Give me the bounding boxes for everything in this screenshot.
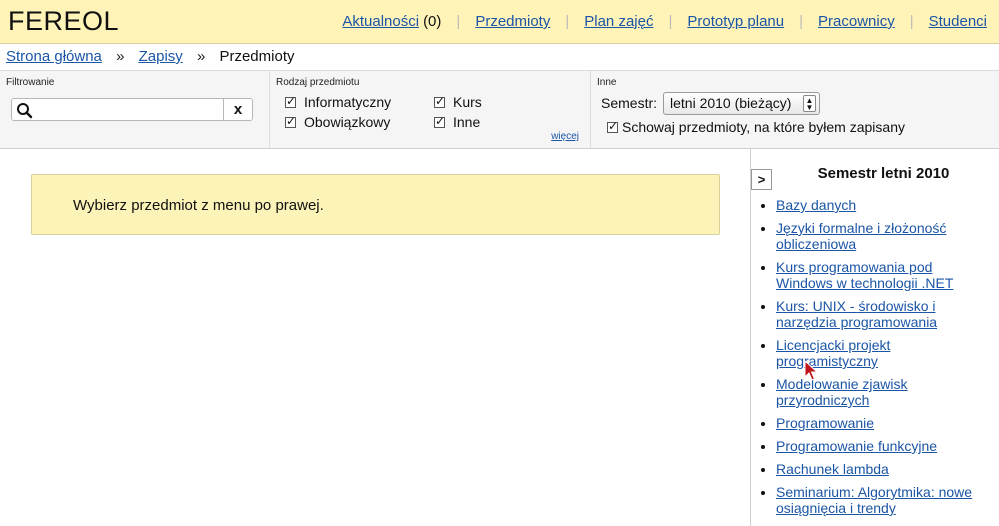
list-item: Programowanie — [776, 415, 986, 431]
checkbox-label: Obowiązkowy — [304, 114, 391, 130]
clear-search-button[interactable]: x — [223, 99, 252, 120]
search-icon — [17, 103, 33, 119]
course-link[interactable]: Licencjacki projekt programistyczny — [776, 337, 890, 369]
course-link[interactable]: Języki formalne i złożoność obliczeniowa — [776, 220, 946, 252]
course-link[interactable]: Programowanie funkcyjne — [776, 438, 937, 454]
search-input[interactable] — [36, 100, 232, 119]
checkbox-box[interactable] — [607, 119, 618, 133]
search-box: x — [11, 98, 253, 121]
course-type-heading: Rodzaj przedmiotu — [276, 77, 360, 88]
course-sidebar: > Semestr letni 2010 Bazy danych Języki … — [750, 149, 999, 526]
semester-select[interactable]: letni 2010 (bieżący) ▲ ▼ — [663, 92, 820, 115]
course-link[interactable]: Kurs: UNIX - środowisko i narzędzia prog… — [776, 298, 937, 330]
breadcrumb-zapisy[interactable]: Zapisy — [139, 48, 183, 65]
breadcrumb-home[interactable]: Strona główna — [6, 48, 102, 65]
list-item: Kurs programowania pod Windows w technol… — [776, 259, 986, 291]
info-notice: Wybierz przedmiot z menu po prawej. — [31, 174, 720, 235]
nav-plan-zajec[interactable]: Plan zajęć — [584, 13, 653, 30]
nav-przedmioty[interactable]: Przedmioty — [475, 13, 550, 30]
app-header: FEREOL Aktualności (0) | Przedmioty | Pl… — [0, 0, 999, 44]
semester-title: Semestr letni 2010 — [817, 165, 950, 182]
checkbox-box[interactable] — [434, 114, 445, 128]
checkbox-kurs[interactable]: Kurs — [434, 94, 482, 110]
nav-separator: | — [668, 13, 673, 30]
breadcrumb-separator: » — [116, 48, 125, 65]
filter-bar: Filtrowanie x Rodzaj przedmiotu Informat… — [0, 71, 999, 149]
list-item: Seminarium: Algorytmika: nowe osiągnięci… — [776, 484, 986, 516]
sidebar-toggle-button[interactable]: > — [751, 169, 772, 190]
course-type-section: Rodzaj przedmiotu Informatyczny Kurs Obo… — [270, 71, 591, 148]
course-link[interactable]: Programowanie — [776, 415, 874, 431]
filter-heading: Filtrowanie — [6, 77, 55, 88]
nav-aktualnosci[interactable]: Aktualności — [342, 13, 419, 30]
list-item: Rachunek lambda — [776, 461, 986, 477]
app-logo[interactable]: FEREOL — [8, 6, 119, 37]
course-link[interactable]: Kurs programowania pod Windows w technol… — [776, 259, 953, 291]
checkbox-informatyczny[interactable]: Informatyczny — [285, 94, 391, 110]
nav-separator: | — [565, 13, 570, 30]
nav-studenci[interactable]: Studenci — [929, 13, 987, 30]
semester-value: letni 2010 (bieżący) — [670, 95, 792, 111]
select-arrows-icon: ▲ ▼ — [803, 95, 816, 112]
list-item: Programowanie funkcyjne — [776, 438, 986, 454]
breadcrumb-separator: » — [196, 48, 206, 65]
mouse-cursor-icon — [804, 360, 818, 381]
checkbox-inne[interactable]: Inne — [434, 114, 480, 130]
filter-section: Filtrowanie x — [0, 71, 270, 148]
course-link[interactable]: Rachunek lambda — [776, 461, 889, 477]
semester-label: Semestr: — [601, 95, 658, 111]
checkbox-box[interactable] — [434, 94, 445, 108]
other-filters-section: Inne Semestr: letni 2010 (bieżący) ▲▼ Sc… — [591, 71, 999, 148]
course-link[interactable]: Modelowanie zjawisk przyrodniczych — [776, 376, 908, 408]
checkbox-label: Kurs — [453, 94, 482, 110]
nav-separator: | — [799, 13, 804, 30]
checkbox-hide-enrolled[interactable]: Schowaj przedmioty, na które byłem zapis… — [607, 119, 905, 135]
checkbox-box[interactable] — [285, 94, 296, 108]
other-heading: Inne — [597, 77, 617, 88]
checkbox-label: Schowaj przedmioty, na które byłem zapis… — [622, 119, 905, 135]
news-count: (0) — [423, 13, 442, 30]
breadcrumb: Strona główna » Zapisy » Przedmioty — [0, 44, 999, 71]
nav-separator: | — [456, 13, 461, 30]
checkbox-obowiazkowy[interactable]: Obowiązkowy — [285, 114, 390, 130]
top-nav: Aktualności (0) | Przedmioty | Plan zaję… — [342, 13, 987, 30]
list-item: Bazy danych — [776, 197, 986, 213]
more-filters-link[interactable]: więcej — [551, 131, 579, 142]
course-link[interactable]: Bazy danych — [776, 197, 856, 213]
course-list: Bazy danych Języki formalne i złożoność … — [755, 197, 986, 523]
checkbox-box[interactable] — [285, 114, 296, 128]
list-item: Kurs: UNIX - środowisko i narzędzia prog… — [776, 298, 986, 330]
breadcrumb-current: Przedmioty — [219, 48, 295, 65]
checkbox-label: Inne — [453, 114, 481, 130]
checkbox-label: Informatyczny — [304, 94, 392, 110]
course-link[interactable]: Seminarium: Algorytmika: nowe osiągnięci… — [776, 484, 972, 516]
nav-separator: | — [909, 13, 914, 30]
nav-pracownicy[interactable]: Pracownicy — [818, 13, 895, 30]
nav-prototyp-planu[interactable]: Prototyp planu — [687, 13, 784, 30]
main-content: Wybierz przedmiot z menu po prawej. — [0, 149, 750, 526]
list-item: Języki formalne i złożoność obliczeniowa — [776, 220, 986, 252]
